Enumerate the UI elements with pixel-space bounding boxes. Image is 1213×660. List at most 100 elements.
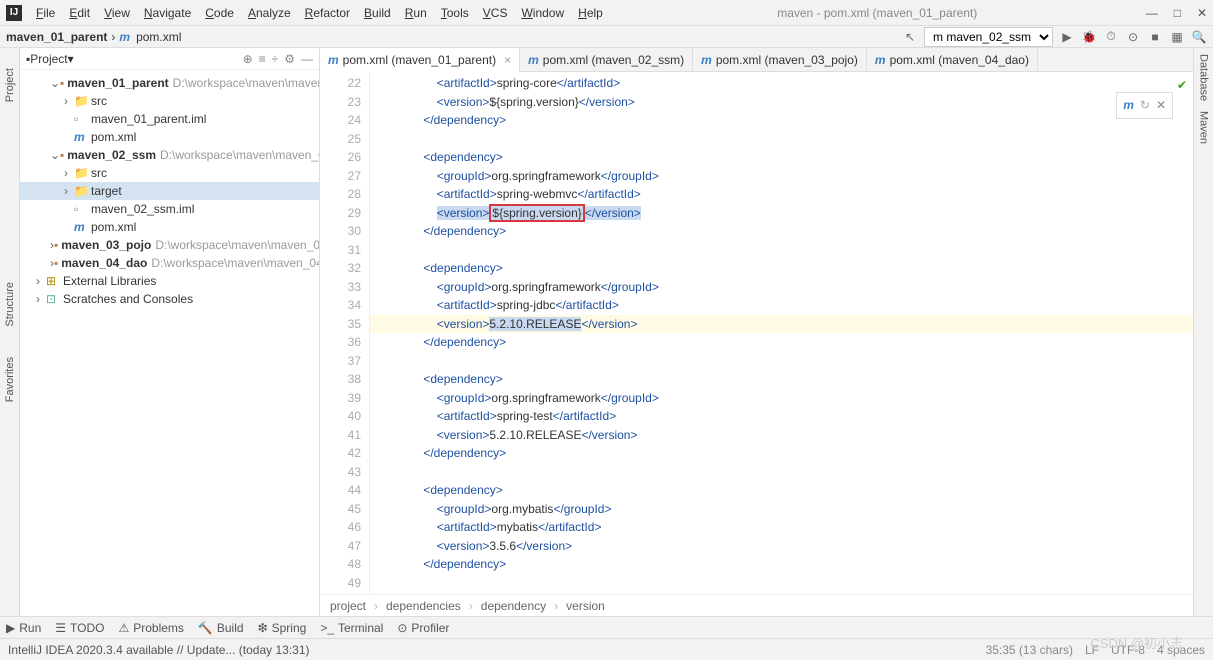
menu-code[interactable]: Code xyxy=(199,4,240,22)
debug-icon[interactable]: 🐞 xyxy=(1081,29,1097,45)
code-line[interactable]: <version>5.2.10.RELEASE</version> xyxy=(370,315,1193,334)
close-icon[interactable]: ✕ xyxy=(1197,6,1207,20)
breadcrumb-root[interactable]: maven_01_parent xyxy=(6,30,107,44)
menu-help[interactable]: Help xyxy=(572,4,609,22)
back-icon[interactable]: ↖ xyxy=(902,29,918,45)
menu-edit[interactable]: Edit xyxy=(63,4,96,22)
code-line[interactable]: <version>5.2.10.RELEASE</version> xyxy=(370,426,1193,445)
tree-row[interactable]: ›▪maven_03_pojoD:\workspace\maven\maven_… xyxy=(20,236,319,254)
close-badge-icon[interactable]: ✕ xyxy=(1156,96,1166,115)
database-tool-tab[interactable]: Database xyxy=(1198,54,1210,101)
code-line[interactable]: <groupId>org.springframework</groupId> xyxy=(370,167,1193,186)
code-line[interactable]: <artifactId>spring-jdbc</artifactId> xyxy=(370,296,1193,315)
breadcrumb2-item[interactable]: dependencies xyxy=(386,599,461,613)
tree-row[interactable]: ⌄▪maven_01_parentD:\workspace\maven\mave… xyxy=(20,74,319,92)
code-line[interactable] xyxy=(370,352,1193,371)
bottom-profiler[interactable]: ⊙Profiler xyxy=(397,621,449,635)
code-line[interactable]: <groupId>org.springframework</groupId> xyxy=(370,278,1193,297)
expand-icon[interactable]: ≡ xyxy=(259,52,266,66)
tree-row[interactable]: ▫maven_02_ssm.iml xyxy=(20,200,319,218)
run-config-select[interactable]: m maven_02_ssm xyxy=(924,27,1053,47)
run-icon[interactable]: ▶ xyxy=(1059,29,1075,45)
bottom-run[interactable]: ▶Run xyxy=(6,621,41,635)
bottom-terminal[interactable]: >_Terminal xyxy=(320,621,383,635)
coverage-icon[interactable]: ⏱ xyxy=(1103,29,1119,45)
bottom-spring[interactable]: ❇Spring xyxy=(258,621,307,635)
code-line[interactable]: </dependency> xyxy=(370,444,1193,463)
breadcrumb-file[interactable]: pom.xml xyxy=(136,30,181,44)
minimize-icon[interactable]: — xyxy=(1146,6,1158,20)
menu-tools[interactable]: Tools xyxy=(435,4,475,22)
status-message[interactable]: IntelliJ IDEA 2020.3.4 available // Upda… xyxy=(8,643,310,657)
tree-row[interactable]: ⌄▪maven_02_ssmD:\workspace\maven\maven_0… xyxy=(20,146,319,164)
project-tree[interactable]: ⌄▪maven_01_parentD:\workspace\maven\mave… xyxy=(20,70,319,616)
editor-tab[interactable]: mpom.xml (maven_03_pojo) xyxy=(693,48,867,71)
menu-window[interactable]: Window xyxy=(515,4,570,22)
code-line[interactable] xyxy=(370,463,1193,482)
code-line[interactable]: <version>3.5.6</version> xyxy=(370,537,1193,556)
tree-row[interactable]: ›📁target xyxy=(20,182,319,200)
select-opened-icon[interactable]: ⊕ xyxy=(243,52,253,66)
code-line[interactable]: </dependency> xyxy=(370,333,1193,352)
close-tab-icon[interactable]: × xyxy=(504,53,511,67)
inspection-ok-icon[interactable]: ✔ xyxy=(1177,76,1187,95)
stop-icon[interactable]: ■ xyxy=(1147,29,1163,45)
menu-view[interactable]: View xyxy=(98,4,136,22)
tree-row[interactable]: ›📁src xyxy=(20,92,319,110)
tree-row[interactable]: ›📁src xyxy=(20,164,319,182)
tree-row[interactable]: mpom.xml xyxy=(20,128,319,146)
code-line[interactable]: <dependency> xyxy=(370,148,1193,167)
tree-row[interactable]: ›⊡Scratches and Consoles xyxy=(20,290,319,308)
code-line[interactable]: <groupId>org.mybatis</groupId> xyxy=(370,500,1193,519)
code-line[interactable] xyxy=(370,241,1193,260)
code-line[interactable]: </dependency> xyxy=(370,555,1193,574)
code-line[interactable]: </dependency> xyxy=(370,111,1193,130)
breadcrumb2-item[interactable]: version xyxy=(566,599,605,613)
code-area[interactable]: 2223242526272829303132333435363738394041… xyxy=(320,72,1193,594)
code-line[interactable]: <groupId>org.springframework</groupId> xyxy=(370,389,1193,408)
breadcrumb2-item[interactable]: dependency xyxy=(481,599,546,613)
editor-tab[interactable]: mpom.xml (maven_01_parent)× xyxy=(320,48,520,72)
code-line[interactable]: <artifactId>spring-test</artifactId> xyxy=(370,407,1193,426)
status-info[interactable]: 35:35 (13 chars) xyxy=(986,643,1073,657)
code-line[interactable]: </dependency> xyxy=(370,222,1193,241)
search-icon[interactable]: 🔍 xyxy=(1191,29,1207,45)
maven-badge[interactable]: m↻✕ xyxy=(1116,92,1173,119)
code-line[interactable] xyxy=(370,574,1193,593)
menu-vcs[interactable]: VCS xyxy=(477,4,514,22)
tree-row[interactable]: ▫maven_01_parent.iml xyxy=(20,110,319,128)
collapse-icon[interactable]: ÷ xyxy=(272,52,279,66)
code-line[interactable]: <version>${spring.version}</version> xyxy=(370,204,1193,223)
code-line[interactable]: <artifactId>spring-core</artifactId> xyxy=(370,74,1193,93)
bottom-build[interactable]: 🔨Build xyxy=(198,621,244,635)
maximize-icon[interactable]: □ xyxy=(1174,6,1181,20)
settings-icon[interactable]: ⚙ xyxy=(284,52,295,66)
hide-icon[interactable]: — xyxy=(301,52,313,66)
breadcrumb2-item[interactable]: project xyxy=(330,599,366,613)
bottom-problems[interactable]: ⚠Problems xyxy=(118,621,183,635)
layout-icon[interactable]: ▦ xyxy=(1169,29,1185,45)
project-tool-tab[interactable]: Project xyxy=(4,68,16,102)
tree-row[interactable]: ›⊞External Libraries xyxy=(20,272,319,290)
menu-refactor[interactable]: Refactor xyxy=(299,4,356,22)
code-line[interactable] xyxy=(370,130,1193,149)
editor-tab[interactable]: mpom.xml (maven_02_ssm) xyxy=(520,48,693,71)
menu-run[interactable]: Run xyxy=(399,4,433,22)
tree-row[interactable]: ›▪maven_04_daoD:\workspace\maven\maven_0… xyxy=(20,254,319,272)
maven-tool-tab[interactable]: Maven xyxy=(1198,111,1210,144)
structure-tool-tab[interactable]: Structure xyxy=(4,282,16,327)
code-line[interactable]: <dependency> xyxy=(370,370,1193,389)
tree-row[interactable]: mpom.xml xyxy=(20,218,319,236)
code-line[interactable]: <version>${spring.version}</version> xyxy=(370,93,1193,112)
editor-tab[interactable]: mpom.xml (maven_04_dao) xyxy=(867,48,1038,71)
code-line[interactable]: <dependency> xyxy=(370,259,1193,278)
menu-navigate[interactable]: Navigate xyxy=(138,4,197,22)
menu-build[interactable]: Build xyxy=(358,4,397,22)
menu-file[interactable]: File xyxy=(30,4,61,22)
profile-icon[interactable]: ⊙ xyxy=(1125,29,1141,45)
code-line[interactable]: <dependency> xyxy=(370,592,1193,594)
code-line[interactable]: <artifactId>mybatis</artifactId> xyxy=(370,518,1193,537)
bottom-todo[interactable]: ☰TODO xyxy=(55,621,104,635)
code-content[interactable]: ✔ m↻✕ <artifactId>spring-core</artifactI… xyxy=(370,72,1193,594)
favorites-tool-tab[interactable]: Favorites xyxy=(4,357,16,402)
